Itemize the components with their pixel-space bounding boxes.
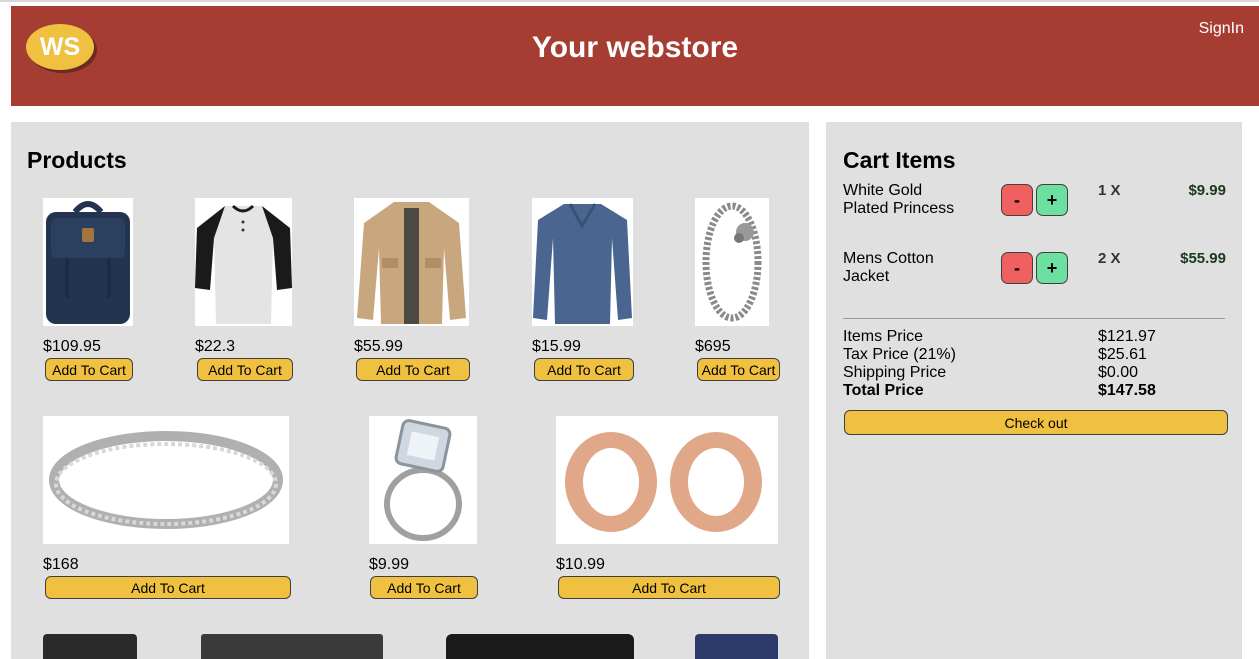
product-price: $22.3: [195, 338, 236, 355]
shipping-price-label: Shipping Price: [843, 364, 947, 381]
add-to-cart-button[interactable]: Add To Cart: [697, 358, 780, 381]
product-price: $168: [43, 556, 79, 573]
cart-item-name-line: White Gold: [843, 182, 923, 199]
cart-item-name: White Gold Plated Princess: [843, 182, 954, 218]
shipping-price-value: $0.00: [1098, 364, 1139, 381]
backpack-image[interactable]: [43, 198, 133, 326]
product-price: $10.99: [556, 556, 605, 573]
product-image[interactable]: [695, 634, 778, 659]
decrease-quantity-button[interactable]: -: [1001, 252, 1033, 284]
princess-ring-image[interactable]: [369, 416, 477, 544]
rose-gold-tunnel-image[interactable]: [556, 416, 778, 544]
dragon-bracelet-image[interactable]: [695, 198, 769, 326]
tax-price-label: Tax Price (21%): [843, 346, 956, 363]
cart-item-price: $9.99: [1188, 182, 1226, 199]
product-image[interactable]: [201, 634, 383, 659]
cart-divider: [843, 318, 1225, 319]
total-price-value: $147.58: [1098, 382, 1156, 399]
cart-heading: Cart Items: [843, 147, 956, 173]
items-price-label: Items Price: [843, 328, 924, 345]
decrease-quantity-button[interactable]: -: [1001, 184, 1033, 216]
site-header: WS Your webstore SignIn: [11, 6, 1259, 106]
cart-item-name-line: Mens Cotton: [843, 250, 934, 267]
cart-item-quantity: 1 X: [1098, 182, 1121, 199]
cart-item-name-line: Plated Princess: [843, 200, 955, 217]
add-to-cart-button[interactable]: Add To Cart: [558, 576, 780, 599]
product-price: $695: [695, 338, 731, 355]
cart-item-quantity: 2 X: [1098, 250, 1121, 267]
add-to-cart-button[interactable]: Add To Cart: [534, 358, 634, 381]
product-price: $15.99: [532, 338, 581, 355]
signin-link[interactable]: SignIn: [1199, 20, 1244, 38]
checkout-button[interactable]: Check out: [844, 410, 1228, 435]
cart-item-name: Mens Cotton Jacket: [843, 250, 934, 286]
summary-values: $121.97 $25.61 $0.00 $147.58: [1098, 328, 1156, 400]
product-image[interactable]: [43, 634, 137, 659]
product-price: $9.99: [369, 556, 410, 573]
products-heading: Products: [27, 147, 127, 173]
tax-price-value: $25.61: [1098, 346, 1147, 363]
page-title: Your webstore: [531, 31, 739, 64]
diamond-band-ring-image[interactable]: [43, 416, 289, 544]
cart-item-name-line: Jacket: [843, 268, 890, 285]
add-to-cart-button[interactable]: Add To Cart: [45, 358, 133, 381]
add-to-cart-button[interactable]: Add To Cart: [370, 576, 478, 599]
product-image[interactable]: [446, 634, 634, 659]
cotton-jacket-image[interactable]: [354, 198, 469, 326]
increase-quantity-button[interactable]: +: [1036, 252, 1068, 284]
product-price: $109.95: [43, 338, 101, 355]
add-to-cart-button[interactable]: Add To Cart: [197, 358, 293, 381]
product-price: $55.99: [354, 338, 403, 355]
long-sleeve-shirt-image[interactable]: [532, 198, 633, 326]
add-to-cart-button[interactable]: Add To Cart: [45, 576, 291, 599]
add-to-cart-button[interactable]: Add To Cart: [356, 358, 470, 381]
summary-labels: Items Price Tax Price (21%) Shipping Pri…: [843, 328, 956, 400]
raglan-tshirt-image[interactable]: [195, 198, 292, 326]
cart-item-price: $55.99: [1180, 250, 1226, 267]
increase-quantity-button[interactable]: +: [1036, 184, 1068, 216]
total-price-label: Total Price: [843, 382, 924, 399]
top-border: [0, 0, 1259, 2]
items-price-value: $121.97: [1098, 328, 1156, 345]
